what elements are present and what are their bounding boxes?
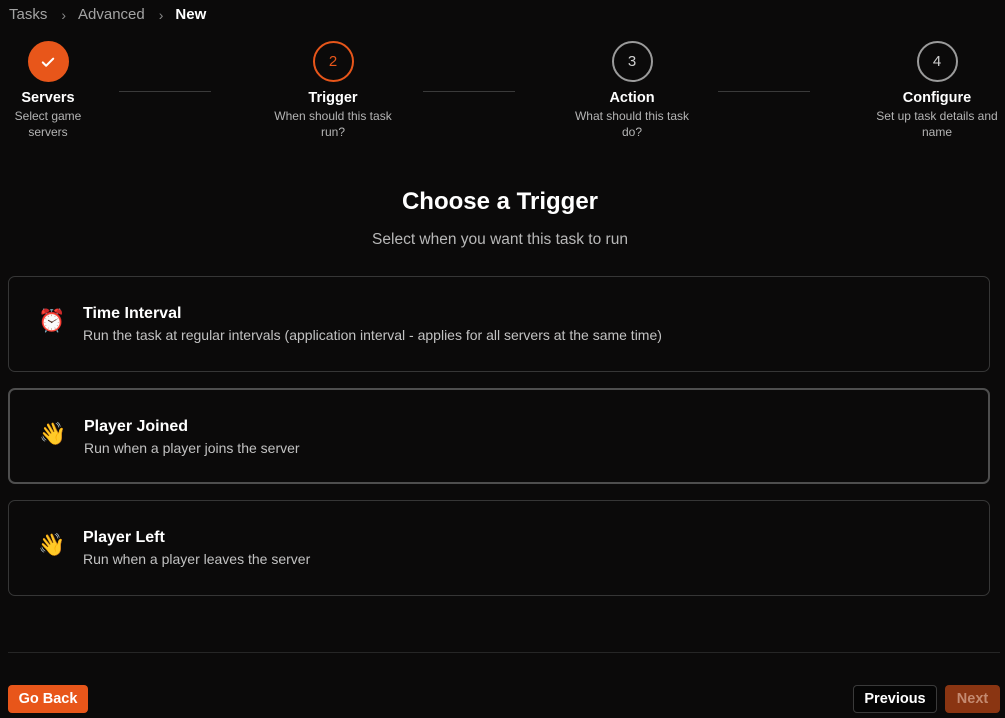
trigger-title: Player Joined: [84, 418, 189, 435]
trigger-card-time-interval[interactable]: ⏰ Time Interval Run the task at regular …: [8, 276, 990, 372]
step-connector: [718, 91, 810, 92]
step-description: Select game servers: [14, 109, 82, 139]
go-back-button[interactable]: Go Back: [8, 685, 88, 713]
chevron-right-icon: ›: [61, 6, 67, 23]
trigger-card-player-left[interactable]: 👋 Player Left Run when a player leaves t…: [8, 500, 990, 596]
trigger-description: Run when a player joins the server: [84, 440, 300, 456]
step-connector: [119, 91, 211, 92]
footer-divider: [8, 652, 1000, 653]
step-number-circle: 4: [916, 41, 958, 82]
breadcrumb: Tasks › Advanced › New: [9, 6, 206, 23]
step-configure: 4 Configure Set up task details and name: [857, 41, 1005, 140]
waving-hand-icon: 👋: [39, 421, 67, 446]
step-title: Configure: [902, 90, 972, 106]
trigger-description: Run when a player leaves the server: [83, 551, 311, 567]
step-title: Servers: [21, 90, 75, 106]
step-title: Action: [609, 90, 655, 106]
trigger-card-player-joined[interactable]: 👋 Player Joined Run when a player joins …: [8, 388, 990, 484]
step-description: When should this task run?: [274, 109, 392, 139]
page-title: Choose a Trigger: [401, 188, 599, 215]
step-description: What should this task do?: [574, 109, 690, 139]
step-number-circle: 2: [312, 41, 354, 82]
chevron-right-icon: ›: [158, 6, 164, 23]
breadcrumb-advanced[interactable]: Advanced: [78, 6, 145, 23]
trigger-title: Player Left: [83, 529, 165, 546]
step-servers: Servers Select game servers: [0, 41, 128, 140]
step-description: Set up task details and name: [876, 109, 998, 139]
breadcrumb-tasks[interactable]: Tasks: [9, 6, 47, 23]
alarm-clock-icon: ⏰: [38, 308, 66, 333]
step-complete-circle: [27, 41, 69, 82]
checkmark-icon: [41, 57, 55, 67]
step-connector: [423, 91, 515, 92]
next-button[interactable]: Next: [945, 685, 1000, 713]
page-subtitle: Select when you want this task to run: [372, 231, 628, 248]
trigger-title: Time Interval: [83, 305, 182, 322]
step-title: Trigger: [308, 90, 358, 106]
step-number-circle: 3: [611, 41, 653, 82]
waving-hand-icon: 👋: [38, 532, 66, 557]
previous-button[interactable]: Previous: [853, 685, 937, 713]
step-action: 3 Action What should this task do?: [552, 41, 712, 140]
trigger-description: Run the task at regular intervals (appli…: [83, 327, 662, 343]
breadcrumb-new: New: [175, 6, 207, 23]
step-trigger: 2 Trigger When should this task run?: [253, 41, 413, 140]
